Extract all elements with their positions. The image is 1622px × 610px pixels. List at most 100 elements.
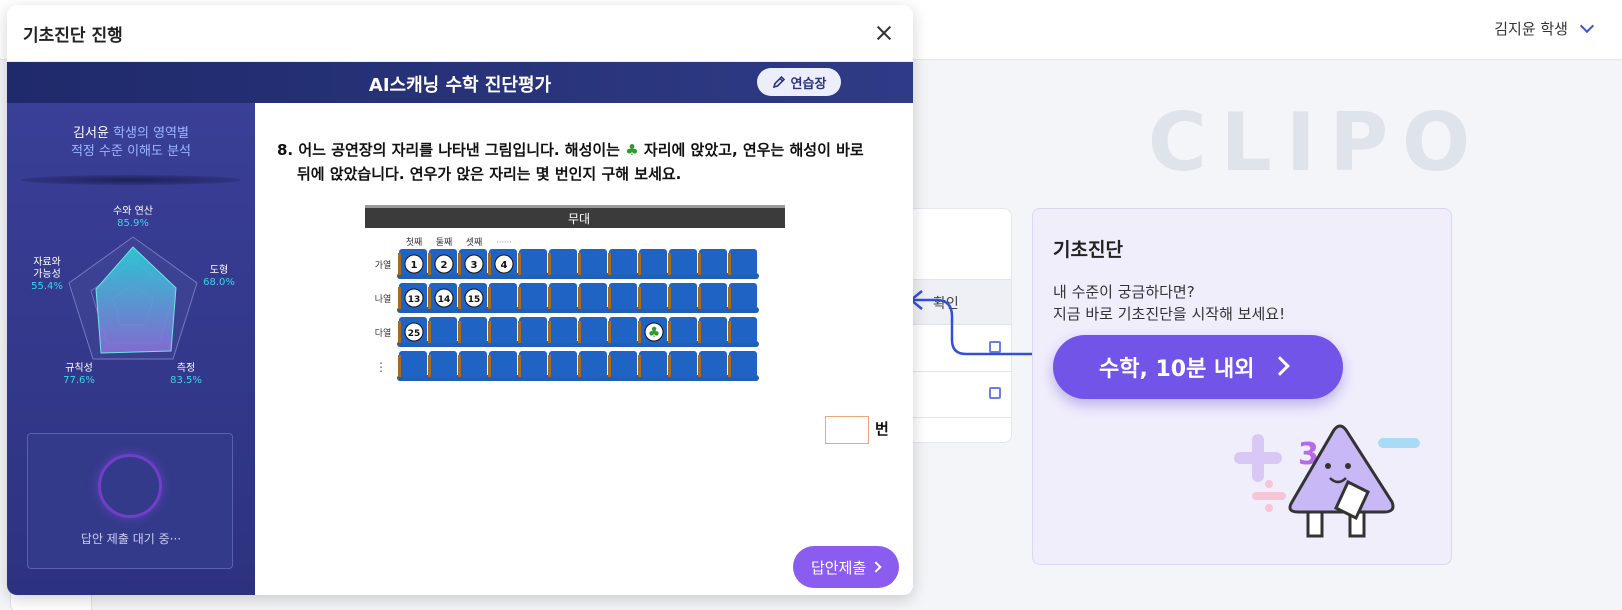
chevron-right-icon (870, 561, 882, 573)
analysis-heading: 김서윤 학생의 영역별 적정 수준 이해도 분석 (7, 125, 255, 161)
seat (669, 317, 697, 343)
seat-armrest (458, 355, 461, 377)
seat-armrest (578, 355, 581, 377)
seat-number: 4 (501, 260, 508, 271)
club-icon: ♣ (625, 141, 639, 159)
seat (399, 351, 427, 377)
seat (429, 351, 457, 377)
seat (699, 283, 727, 309)
seat-armrest (488, 287, 491, 309)
radar-label: 규칙성 (65, 362, 93, 374)
seat-number: 3 (471, 260, 478, 271)
seat-armrest (548, 253, 551, 275)
chevron-right-icon (1270, 356, 1290, 376)
modal-header: 기초진단 진행 (7, 5, 913, 62)
seat (699, 351, 727, 377)
seat-armrest (398, 253, 401, 275)
seat (459, 351, 487, 377)
seat (579, 351, 607, 377)
button-label: 수학, 10분 내외 (1099, 357, 1255, 382)
brand-watermark: CLIPO (1148, 96, 1485, 189)
seat-armrest (428, 355, 431, 377)
seat-armrest (578, 253, 581, 275)
row-label: 다열 (375, 328, 392, 339)
start-math-diagnosis-button[interactable]: 수학, 10분 내외 (1053, 335, 1343, 399)
seat (669, 351, 697, 377)
seat (639, 283, 667, 309)
status-text: 답안 제출 대기 중··· (80, 532, 182, 546)
question-number: 8. (277, 141, 294, 159)
radar-value: 85.9% (117, 218, 149, 229)
seat-armrest (728, 253, 731, 275)
seat-number: 1 (411, 260, 418, 271)
seat (609, 283, 637, 309)
seat (639, 249, 667, 275)
modal-title: 기초진단 진행 (23, 25, 123, 46)
seat (729, 249, 757, 275)
seat-armrest (488, 253, 491, 275)
seat-armrest (548, 321, 551, 343)
user-name: 김지윤 학생 (1494, 20, 1568, 38)
seat (669, 249, 697, 275)
radar-value: 77.6% (63, 375, 95, 386)
seat (519, 283, 547, 309)
radar-label: 측정 (177, 362, 195, 374)
user-menu[interactable]: 김지윤 학생 (1494, 18, 1595, 39)
seat-armrest (638, 355, 641, 377)
seat-armrest (458, 287, 461, 309)
column-label: 첫째 (406, 237, 423, 248)
analysis-sidebar: 김서윤 학생의 영역별 적정 수준 이해도 분석 수와 연산 85.9% 도형 … (7, 103, 255, 595)
close-icon[interactable] (873, 22, 895, 44)
seat-number: 2 (441, 260, 448, 271)
radar-chart: 수와 연산 85.9% 도형 68.0% 측정 83.5% 규칙성 77.6% … (31, 205, 235, 386)
seat-armrest (638, 287, 641, 309)
radar-value: 68.0% (203, 277, 235, 288)
description-line: 내 수준이 궁금하다면? (1053, 283, 1195, 301)
seat-armrest (488, 321, 491, 343)
checkbox-icon[interactable] (989, 387, 1001, 399)
seat-armrest (698, 253, 701, 275)
seat (639, 351, 667, 377)
answer-input[interactable] (825, 416, 869, 444)
description-line: 지금 바로 기초진단을 시작해 보세요! (1053, 305, 1286, 323)
seat (729, 351, 757, 377)
practice-pad-button[interactable]: 연습장 (757, 68, 841, 96)
pencil-icon (772, 75, 785, 89)
seat-chart-figure: 무대 첫째 둘째 셋째 ······ 가열 나열 다열 ⋮ ♣ 1 2 3 4 … (365, 205, 785, 381)
seat (609, 351, 637, 377)
seat (549, 317, 577, 343)
heading-text: 적정 수준 이해도 분석 (70, 144, 192, 159)
seat (609, 317, 637, 343)
radar-value: 83.5% (170, 375, 202, 386)
seat-armrest (668, 253, 671, 275)
seat (489, 283, 517, 309)
seat (579, 249, 607, 275)
submit-answer-button[interactable]: 답안제출 (793, 546, 899, 588)
seat (549, 283, 577, 309)
seat-armrest (518, 253, 521, 275)
seat-armrest (608, 321, 611, 343)
seat (519, 249, 547, 275)
radar-value: 55.4% (31, 281, 63, 292)
row-label: 나열 (375, 294, 392, 305)
seat-armrest (668, 321, 671, 343)
seat-armrest (578, 287, 581, 309)
chevron-down-icon (1579, 18, 1595, 33)
diagnosis-description: 내 수준이 궁금하다면? 지금 바로 기초진단을 시작해 보세요! (1053, 281, 1285, 325)
seat (489, 317, 517, 343)
loading-spinner-icon (98, 454, 162, 518)
divider-glow (21, 175, 241, 185)
seat-armrest (608, 355, 611, 377)
seat-armrest (458, 321, 461, 343)
seat (579, 283, 607, 309)
seat-number: 15 (468, 295, 481, 305)
column-label: ······ (496, 238, 511, 247)
seat (729, 317, 757, 343)
seat-armrest (668, 287, 671, 309)
seat-armrest (638, 321, 641, 343)
row-label: ⋮ (375, 360, 387, 374)
seat-number: 25 (408, 329, 421, 339)
seat-armrest (698, 355, 701, 377)
seat (519, 317, 547, 343)
seat-armrest (398, 321, 401, 343)
